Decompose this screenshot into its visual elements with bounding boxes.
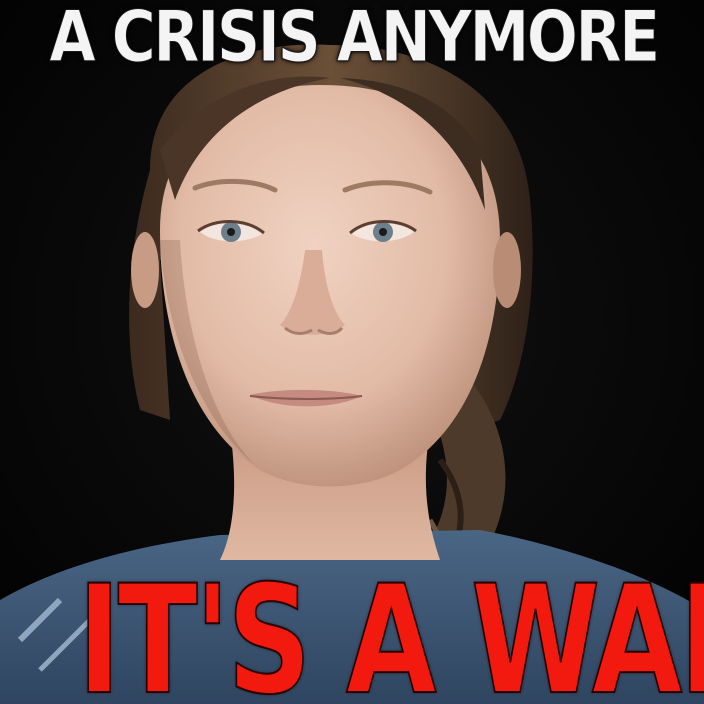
top-caption: A CRISIS ANYMORE bbox=[49, 0, 661, 78]
meme-image: A CRISIS ANYMORE IT'S A WAR bbox=[0, 0, 704, 704]
bottom-caption: IT'S A WAR bbox=[77, 554, 704, 704]
